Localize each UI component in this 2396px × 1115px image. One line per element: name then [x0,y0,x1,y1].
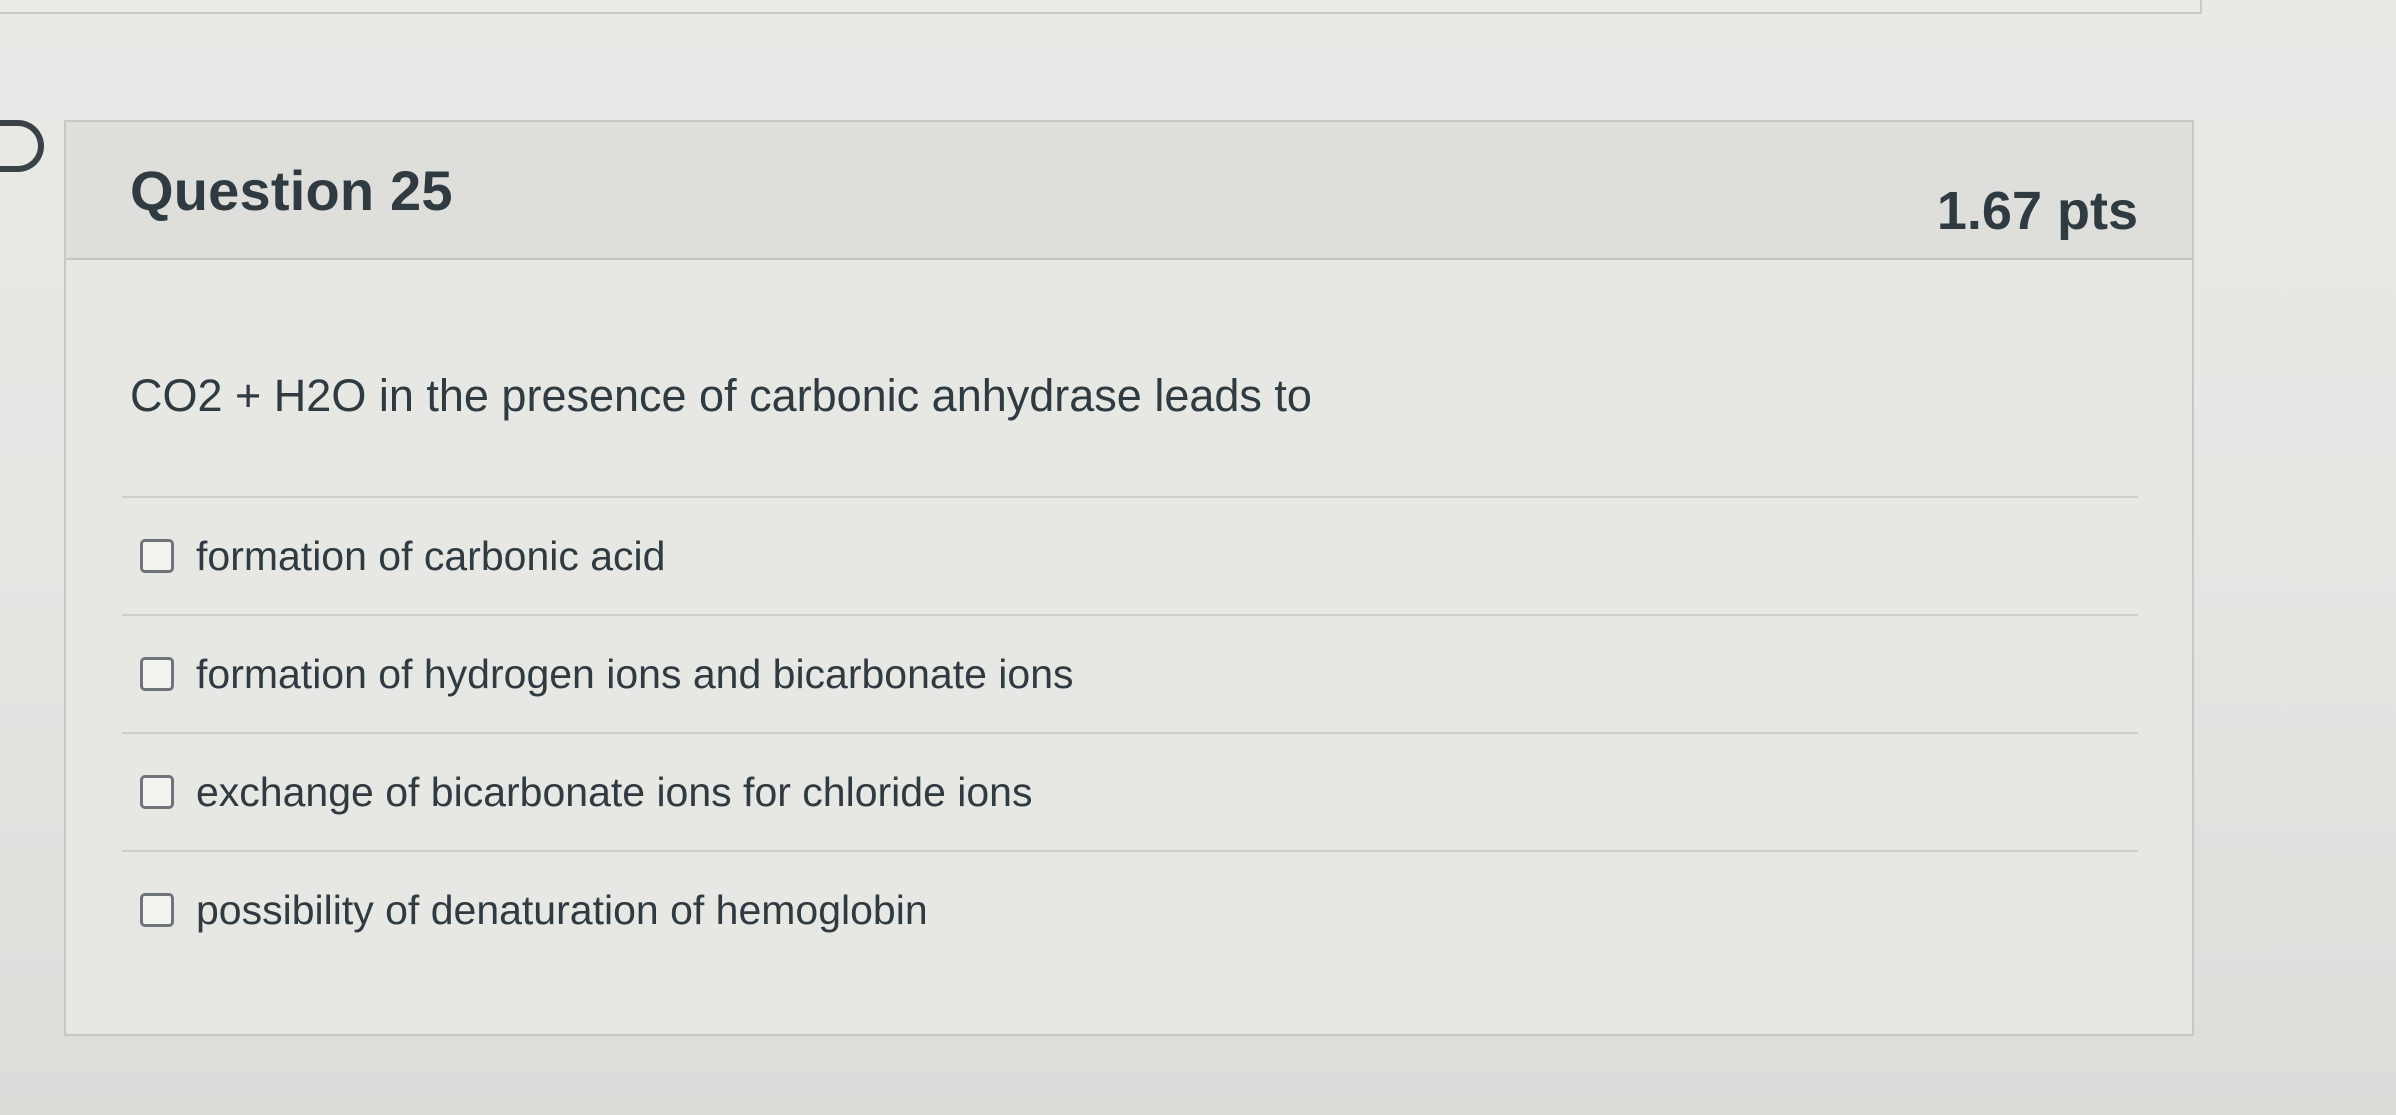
question-title: Question 25 [130,159,453,222]
bookmark-flag-icon[interactable] [0,120,44,172]
answer-option-label: exchange of bicarbonate ions for chlorid… [196,768,1033,815]
answer-list: formation of carbonic acid formation of … [122,496,2138,968]
question-points: 1.67 pts [1936,181,2138,241]
answer-option[interactable]: formation of carbonic acid [122,496,2138,614]
answer-option[interactable]: possibility of denaturation of hemoglobi… [122,850,2138,968]
checkbox-icon[interactable] [140,775,174,809]
answer-option-label: formation of hydrogen ions and bicarbona… [196,650,1074,697]
checkbox-icon[interactable] [140,657,174,691]
answer-option[interactable]: formation of hydrogen ions and bicarbona… [122,614,2138,732]
question-card: Question 25 1.67 pts CO2 + H2O in the pr… [64,120,2194,1036]
checkbox-icon[interactable] [140,539,174,573]
answer-option-label: formation of carbonic acid [196,532,666,579]
checkbox-icon[interactable] [140,893,174,927]
question-header: Question 25 1.67 pts [66,122,2192,260]
answer-option-label: possibility of denaturation of hemoglobi… [196,886,928,933]
question-prompt: CO2 + H2O in the presence of carbonic an… [130,370,1312,421]
previous-question-panel-edge [0,0,2202,14]
answer-option[interactable]: exchange of bicarbonate ions for chlorid… [122,732,2138,850]
